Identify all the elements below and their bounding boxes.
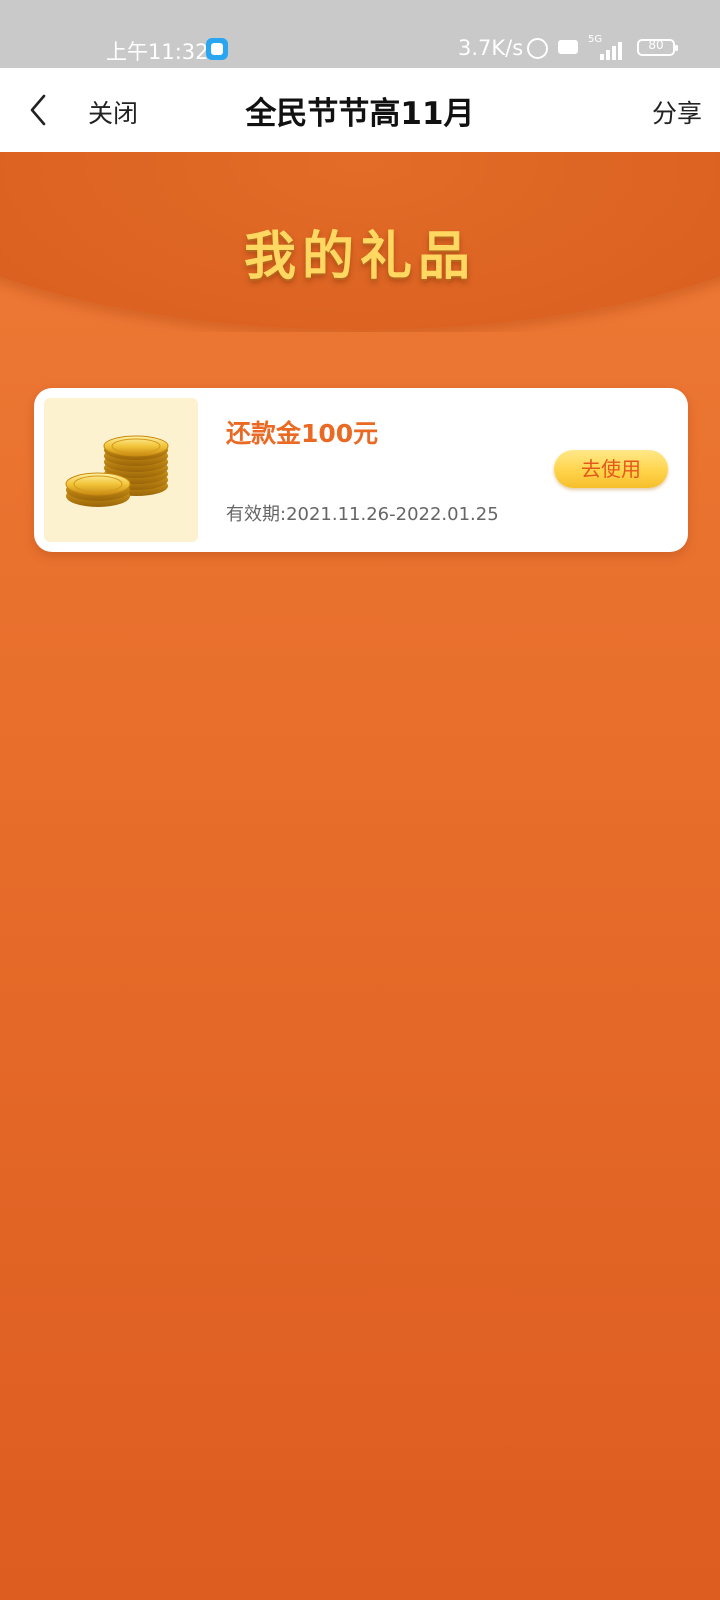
back-arrow-icon[interactable] xyxy=(22,92,58,128)
use-gift-button[interactable]: 去使用 xyxy=(554,450,668,488)
status-bar: 上午11:32 3.7K/s 5G 80 xyxy=(0,0,720,68)
page-title: 全民节节高11月 xyxy=(245,96,475,132)
nav-header: 关闭 全民节节高11月 分享 xyxy=(0,68,720,152)
banner: 我的礼品 xyxy=(0,152,720,332)
alarm-icon xyxy=(527,38,548,59)
gift-title: 还款金100元 xyxy=(226,419,379,448)
battery-icon: 80 xyxy=(637,38,678,56)
battery-level: 80 xyxy=(648,38,664,52)
close-button[interactable]: 关闭 xyxy=(88,94,138,130)
gold-coins-icon xyxy=(65,435,169,507)
banner-title: 我的礼品 xyxy=(243,227,476,287)
gift-card: 还款金100元 有效期:2021.11.26-2022.01.25 去使用 xyxy=(34,388,688,552)
signal-icon xyxy=(600,40,626,60)
status-time: 上午11:32 xyxy=(106,40,209,64)
share-button[interactable]: 分享 xyxy=(652,94,702,130)
screen: 上午11:32 3.7K/s 5G 80 关闭 全民节节高11月 分享 我的礼品 xyxy=(0,0,720,1600)
hd-icon xyxy=(558,40,578,54)
network-speed: 3.7K/s xyxy=(458,36,524,60)
app-notification-icon xyxy=(206,38,228,60)
gift-validity: 有效期:2021.11.26-2022.01.25 xyxy=(226,504,499,525)
gift-thumbnail xyxy=(44,398,198,542)
